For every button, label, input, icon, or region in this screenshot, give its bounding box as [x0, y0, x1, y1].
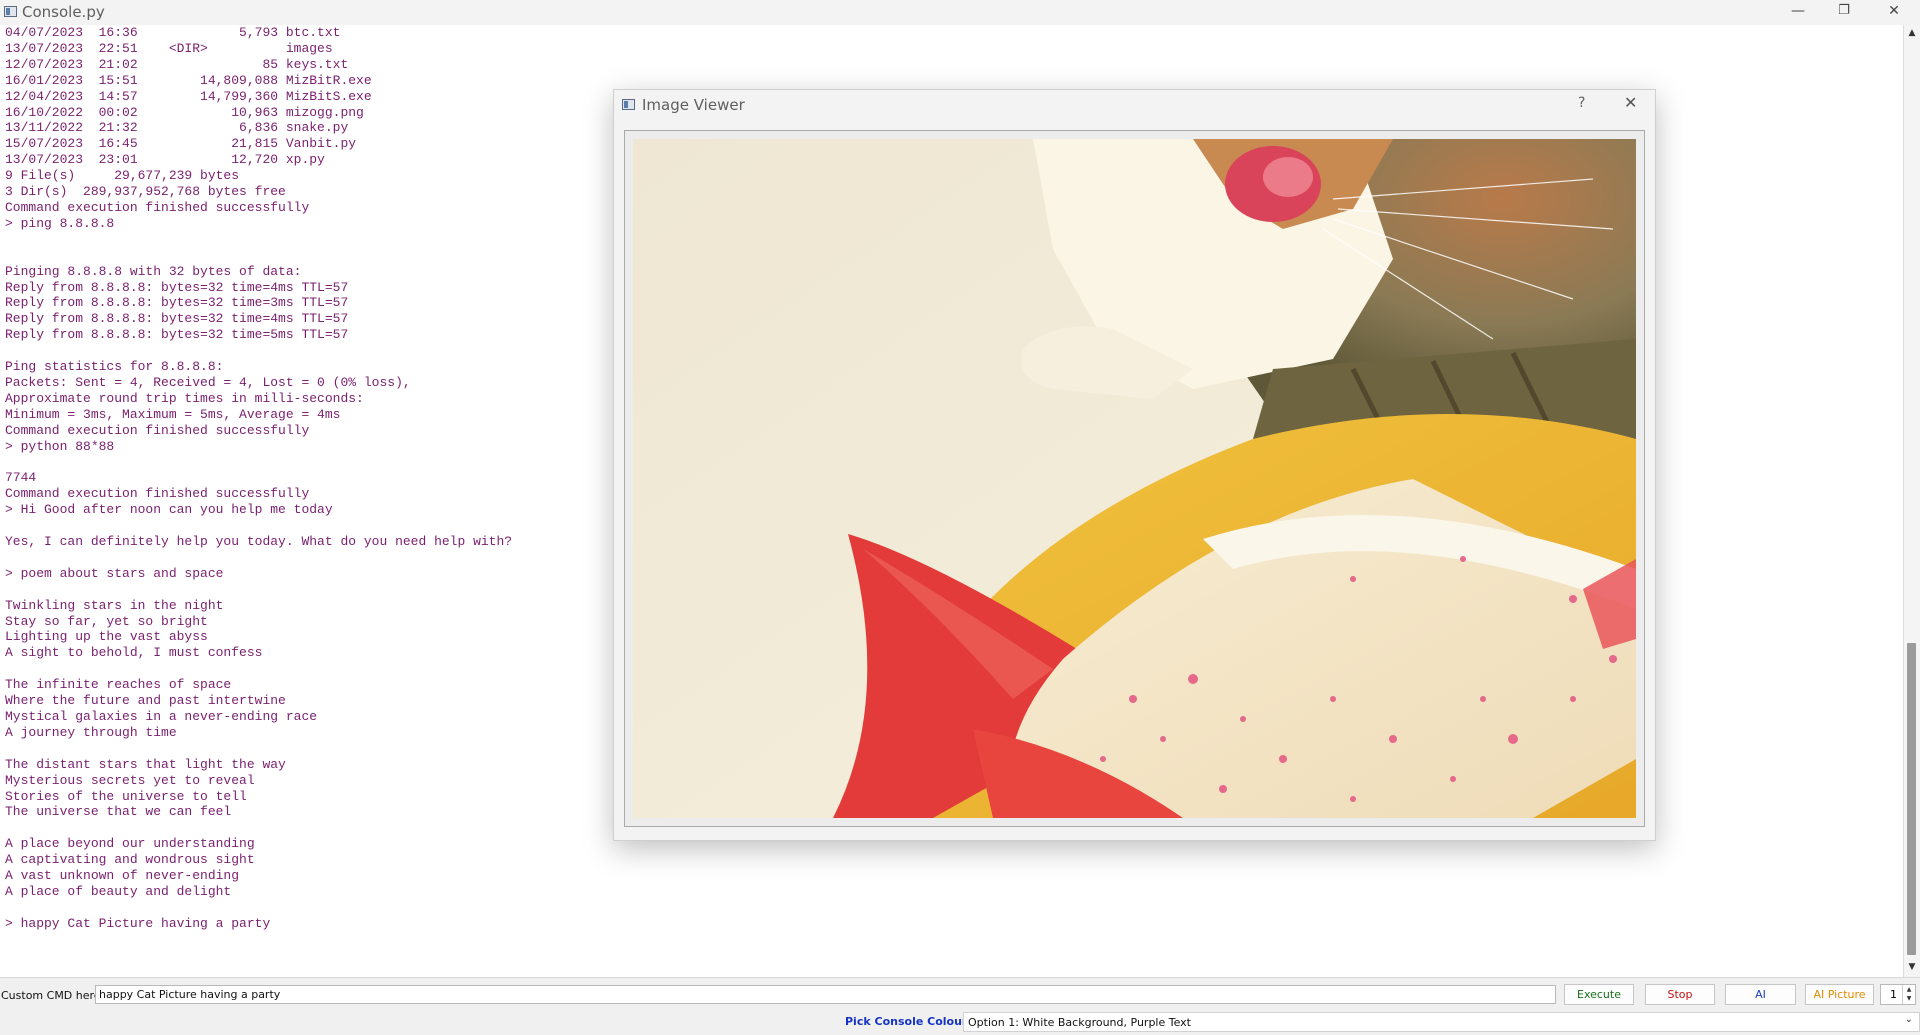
image-viewer-dialog: Image Viewer ? ✕: [613, 89, 1656, 841]
spinbox-arrows-icon[interactable]: ▲ ▼: [1902, 985, 1915, 1004]
stop-button[interactable]: Stop: [1645, 984, 1715, 1005]
command-bar: Custom CMD here: Execute Stop AI Interac…: [0, 977, 1920, 1020]
restore-button[interactable]: ❐: [1821, 0, 1867, 24]
window-title: Console.py: [22, 3, 105, 21]
console-scrollbar[interactable]: ▲ ▼: [1903, 25, 1920, 977]
image-frame: [624, 130, 1645, 827]
app-window-icon: [4, 6, 17, 17]
dialog-close-button[interactable]: ✕: [1624, 93, 1637, 112]
scroll-down-arrow-icon[interactable]: ▼: [1904, 959, 1920, 975]
image-viewer-title: Image Viewer: [642, 96, 745, 114]
generated-image: [633, 139, 1636, 818]
ai-picture-button[interactable]: AI Picture: [1805, 984, 1874, 1005]
dialog-window-icon: [622, 99, 635, 110]
execute-button[interactable]: Execute: [1564, 984, 1634, 1005]
custom-cmd-label: Custom CMD here:: [1, 989, 105, 1002]
picture-count-spinbox[interactable]: 1 ▲ ▼: [1880, 984, 1916, 1005]
selected-colour-option: Option 1: White Background, Purple Text: [968, 1016, 1191, 1029]
ai-interaction-button[interactable]: AI Interaction: [1725, 984, 1796, 1020]
spinbox-value: 1: [1890, 988, 1897, 1001]
title-bar: Console.py — ❐ ✕: [0, 0, 1920, 26]
pick-console-colour-label: Pick Console Colour: [845, 1015, 968, 1028]
scrollbar-thumb[interactable]: [1907, 643, 1916, 955]
minimize-button[interactable]: —: [1775, 0, 1821, 24]
scroll-up-arrow-icon[interactable]: ▲: [1904, 25, 1920, 41]
help-button[interactable]: ?: [1578, 95, 1585, 111]
custom-cmd-input[interactable]: [95, 985, 1556, 1004]
chevron-down-icon[interactable]: ⌄: [1905, 1014, 1913, 1025]
colour-bar: Pick Console Colour Option 1: White Back…: [0, 1009, 1920, 1035]
console-colour-select[interactable]: Option 1: White Background, Purple Text …: [963, 1012, 1920, 1032]
close-button[interactable]: ✕: [1871, 0, 1917, 24]
